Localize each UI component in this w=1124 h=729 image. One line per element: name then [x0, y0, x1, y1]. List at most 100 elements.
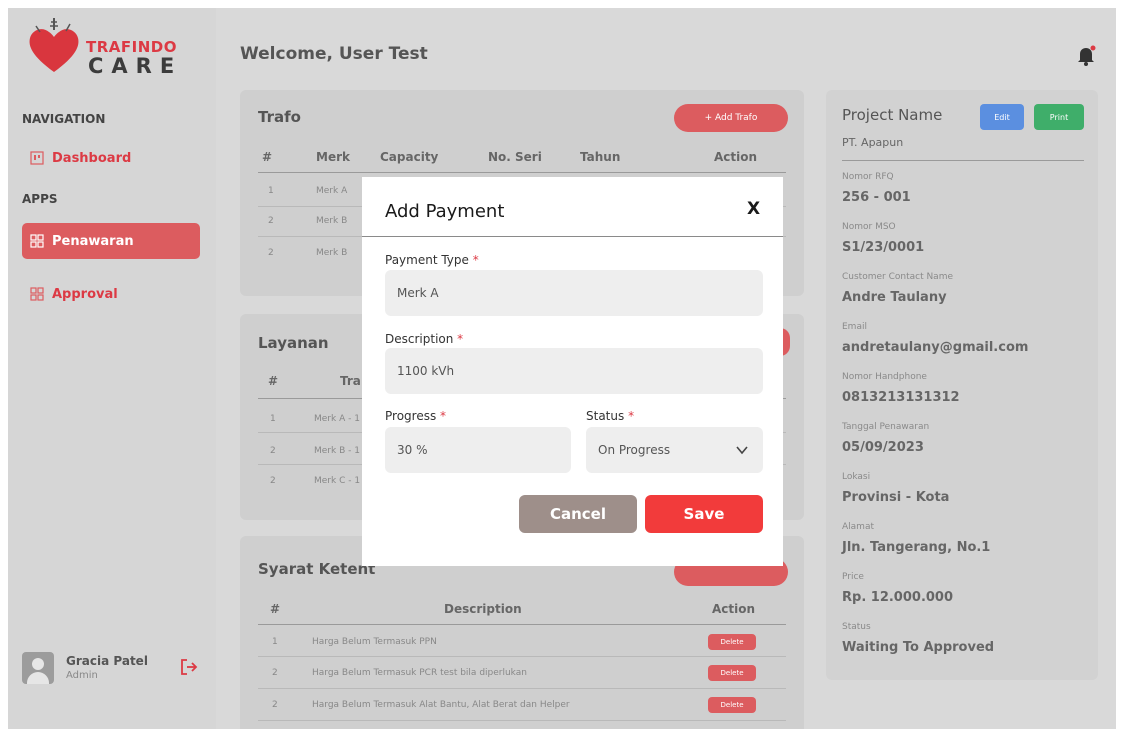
save-button[interactable]: Save — [645, 495, 763, 533]
divider — [258, 624, 786, 625]
field-value: S1/23/0001 — [842, 240, 925, 255]
column-header: Capacity — [380, 150, 439, 164]
row-text: Merk B - 1 — [314, 446, 360, 456]
logout-icon[interactable] — [180, 658, 198, 676]
cancel-button[interactable]: Cancel — [519, 495, 637, 533]
field-value: 256 - 001 — [842, 190, 911, 205]
row-number: 2 — [268, 216, 274, 226]
field-value: andretaulany@gmail.com — [842, 340, 1029, 355]
sidebar-item-approval[interactable]: Approval — [22, 276, 200, 312]
sidebar-item-penawaran[interactable]: Penawaran — [22, 223, 200, 259]
row-merk: Merk B — [316, 216, 348, 226]
field-value: Rp. 12.000.000 — [842, 590, 954, 605]
row-number: 2 — [268, 248, 274, 258]
field-label: Alamat — [842, 522, 874, 532]
sidebar: TRAFINDO CARE NAVIGATION Dashboard APPS … — [8, 8, 216, 729]
status-select-value: On Progress — [598, 443, 671, 457]
delete-button[interactable]: Delete — [708, 665, 756, 681]
grid-icon — [30, 287, 44, 301]
grid-icon — [30, 234, 44, 248]
column-header: Tra — [340, 374, 361, 388]
modal-title: Add Payment — [385, 201, 505, 222]
divider — [258, 688, 786, 689]
divider — [258, 720, 786, 721]
add-trafo-button[interactable]: + Add Trafo — [674, 104, 788, 132]
user-name: Gracia Patel — [66, 654, 148, 668]
description-label: Description * — [385, 332, 464, 346]
syarat-title: Syarat Ketent — [258, 560, 376, 578]
row-number: 1 — [272, 637, 278, 647]
row-description: Harga Belum Termasuk PCR test bila diper… — [312, 668, 527, 678]
field-value: Jln. Tangerang, No.1 — [842, 540, 991, 555]
page-title: Welcome, User Test — [240, 44, 428, 64]
column-header: Tahun — [580, 150, 621, 164]
row-merk: Merk B — [316, 248, 348, 258]
field-label: Tanggal Penawaran — [842, 422, 930, 432]
project-card: Project Name Edit Print PT. Apapun Nomor… — [826, 90, 1098, 680]
status-label: Status * — [586, 409, 635, 423]
bell-icon[interactable] — [1076, 44, 1096, 66]
divider — [258, 656, 786, 657]
field-value: Waiting To Approved — [842, 640, 995, 655]
column-header: Merk — [316, 150, 350, 164]
field-label: Nomor MSO — [842, 222, 896, 232]
column-header: Description — [444, 602, 522, 616]
logo-text-bottom: CARE — [88, 54, 183, 78]
row-number: 1 — [268, 186, 274, 196]
divider — [258, 172, 786, 173]
close-icon[interactable]: X — [747, 199, 760, 219]
sidebar-item-dashboard[interactable]: Dashboard — [22, 140, 200, 176]
sidebar-item-label: Dashboard — [52, 150, 132, 166]
status-select[interactable]: On Progress — [586, 427, 763, 473]
field-label: Nomor Handphone — [842, 372, 927, 382]
field-value: Andre Taulany — [842, 290, 947, 305]
progress-input[interactable]: 30 % — [385, 427, 571, 473]
delete-button[interactable]: Delete — [708, 634, 756, 650]
row-text: Merk C - 1 — [314, 476, 361, 486]
field-label: Price — [842, 572, 864, 582]
column-header: # — [262, 150, 273, 164]
field-value: Provinsi - Kota — [842, 490, 950, 505]
dashboard-icon — [30, 151, 44, 165]
field-label: Nomor RFQ — [842, 172, 894, 182]
heart-logo-icon — [29, 18, 79, 72]
avatar — [22, 652, 54, 684]
row-number: 2 — [272, 668, 278, 678]
edit-button[interactable]: Edit — [980, 104, 1024, 130]
row-text: Merk A - 1 — [314, 414, 360, 424]
sidebar-item-label: Penawaran — [52, 233, 134, 249]
field-label: Customer Contact Name — [842, 272, 954, 282]
add-payment-modal: Add Payment X Payment Type * Merk A Desc… — [362, 177, 783, 566]
print-button[interactable]: Print — [1034, 104, 1084, 130]
project-title: Project Name — [842, 106, 943, 124]
column-header: No. Seri — [488, 150, 542, 164]
description-input[interactable]: 1100 kVh — [385, 348, 763, 394]
field-label: Lokasi — [842, 472, 871, 482]
sidebar-item-label: Approval — [52, 286, 118, 302]
row-number: 2 — [272, 700, 278, 710]
payment-type-label: Payment Type * — [385, 253, 479, 267]
logo: TRAFINDO CARE — [24, 16, 176, 78]
apps-label: APPS — [22, 192, 58, 206]
chevron-down-icon — [736, 446, 748, 455]
row-number: 2 — [270, 446, 276, 456]
delete-button[interactable]: Delete — [708, 697, 756, 713]
field-value: 05/09/2023 — [842, 440, 924, 455]
row-description: Harga Belum Termasuk Alat Bantu, Alat Be… — [312, 700, 570, 710]
layanan-title: Layanan — [258, 334, 329, 352]
row-number: 2 — [270, 476, 276, 486]
divider — [362, 236, 783, 237]
field-value: 0813213131312 — [842, 390, 960, 405]
payment-type-input[interactable]: Merk A — [385, 270, 763, 316]
column-header: # — [268, 374, 279, 388]
project-company: PT. Apapun — [842, 136, 904, 149]
column-header: # — [270, 602, 281, 616]
trafo-title: Trafo — [258, 108, 301, 126]
field-label: Status — [842, 622, 871, 632]
navigation-label: NAVIGATION — [22, 112, 106, 126]
row-description: Harga Belum Termasuk PPN — [312, 637, 437, 647]
app-root: TRAFINDO CARE NAVIGATION Dashboard APPS … — [8, 8, 1116, 729]
progress-label: Progress * — [385, 409, 447, 423]
divider — [842, 160, 1084, 161]
column-header: Action — [714, 150, 758, 164]
